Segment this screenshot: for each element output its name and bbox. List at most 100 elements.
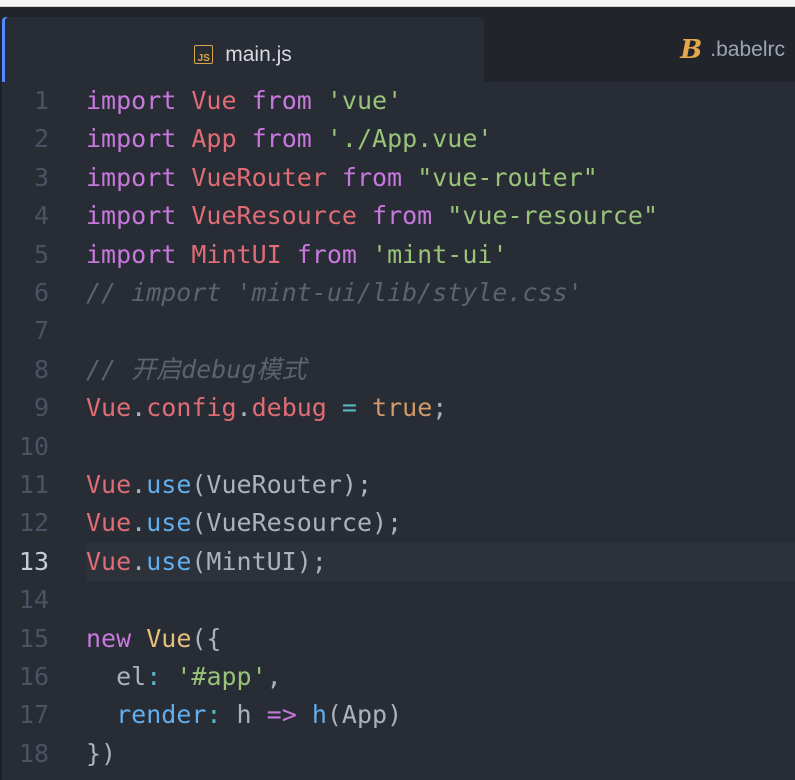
line-number: 8 (33, 354, 49, 384)
code-token: App (191, 124, 237, 154)
code-token: h (311, 700, 327, 730)
line-code: }) (86, 735, 795, 773)
code-line[interactable]: 3 import VueRouter from "vue-router" (2, 159, 795, 197)
code-line[interactable]: 9 Vue.config.debug = true; (2, 389, 795, 427)
code-token: h (221, 700, 267, 730)
line-number: 5 (33, 239, 49, 269)
code-token: . (131, 470, 147, 499)
line-code: // 开启debug模式 (86, 351, 795, 389)
line-number: 9 (33, 393, 49, 423)
code-token: './App.vue' (326, 124, 493, 154)
code-line[interactable]: 14 (2, 581, 795, 619)
line-code: Vue.use(MintUI); (86, 542, 795, 581)
line-code: el: '#app', (86, 658, 795, 696)
line-number: 7 (33, 316, 49, 346)
code-line[interactable]: 11 Vue.use(VueRouter); (2, 466, 795, 504)
line-code: Vue.config.debug = true; (86, 389, 795, 427)
code-token: use (146, 470, 192, 499)
line-number: 14 (18, 585, 49, 615)
line-code: Vue.use(VueRouter); (86, 466, 795, 504)
line-code: // import 'mint-ui/lib/style.css' (86, 274, 795, 312)
code-token: Vue (86, 393, 132, 423)
line-number: 4 (33, 201, 49, 231)
code-token: // 开启debug模式 (86, 354, 307, 384)
line-code: import App from './App.vue' (86, 120, 795, 158)
code-line[interactable]: 2 import App from './App.vue' (2, 120, 795, 158)
code-token: ; (432, 393, 448, 423)
code-token: Vue (86, 508, 132, 538)
code-line[interactable]: 15 new Vue({ (2, 620, 795, 658)
tab-main-js[interactable]: JS main.js (2, 17, 484, 92)
code-line[interactable]: 10 (2, 428, 795, 466)
code-line[interactable]: 18}) (2, 735, 795, 773)
line-number: 13 (18, 546, 49, 576)
line-number: 15 (18, 623, 49, 653)
code-token: use (146, 508, 192, 538)
code-line[interactable]: 12 Vue.use(VueResource); (2, 504, 795, 542)
code-token: import (86, 162, 177, 192)
code-line[interactable]: 6 // import 'mint-ui/lib/style.css' (2, 274, 795, 312)
line-number: 11 (18, 470, 49, 499)
code-line[interactable]: 8 // 开启debug模式 (2, 351, 795, 389)
code-token: (MintUI); (191, 546, 327, 576)
code-line[interactable]: 1 import Vue from 'vue' (2, 82, 795, 120)
line-code: import VueResource from "vue-resource" (86, 197, 795, 235)
js-file-icon: JS (194, 45, 214, 64)
code-token: new (86, 623, 132, 653)
code-token: render (116, 700, 207, 730)
code-token: // import 'mint-ui/lib/style.css' (86, 278, 583, 307)
code-token: : (146, 662, 162, 691)
code-token: from (296, 239, 357, 269)
code-token: from (251, 124, 312, 154)
line-number: 1 (33, 86, 49, 115)
line-code: render: h => h(App) (86, 696, 795, 734)
code-token: . (131, 546, 147, 576)
code-token: 'vue' (326, 86, 403, 115)
code-line[interactable]: 13 Vue.use(MintUI); (2, 542, 795, 581)
line-code: new Vue({ (86, 620, 795, 658)
babel-icon: B (680, 34, 703, 65)
code-token: 'mint-ui' (372, 239, 508, 269)
line-code: import Vue from 'vue' (86, 82, 795, 120)
code-token: import (86, 124, 177, 154)
code-token: MintUI (191, 239, 282, 269)
code-token: . (131, 393, 147, 423)
line-number: 12 (18, 508, 49, 538)
window-top-strip (0, 0, 795, 7)
code-token: => (266, 700, 297, 730)
code-token: from (372, 201, 433, 231)
code-token: Vue (191, 86, 237, 115)
code-token: import (86, 239, 177, 269)
code-token: ({ (191, 623, 222, 653)
code-line[interactable]: 4 import VueResource from "vue-resource" (2, 197, 795, 235)
line-code: import MintUI from 'mint-ui' (86, 236, 795, 274)
line-number: 3 (33, 162, 49, 192)
code-line[interactable]: 7 (2, 312, 795, 350)
code-token: import (86, 86, 177, 115)
code-editor[interactable]: 1 import Vue from 'vue' 2 import App from '… (0, 82, 795, 780)
tab-label: main.js (225, 42, 292, 66)
code-line[interactable]: 17 render: h => h(App) (2, 696, 795, 734)
tab-babelrc[interactable]: B .babelrc (484, 17, 795, 82)
line-number: 2 (33, 124, 49, 154)
code-token: }) (86, 738, 117, 768)
code-token: Vue (86, 546, 132, 576)
code-token: . (236, 393, 252, 423)
code-line[interactable]: 16 el: '#app', (2, 658, 795, 696)
code-line[interactable]: 5 import MintUI from 'mint-ui' (2, 236, 795, 274)
